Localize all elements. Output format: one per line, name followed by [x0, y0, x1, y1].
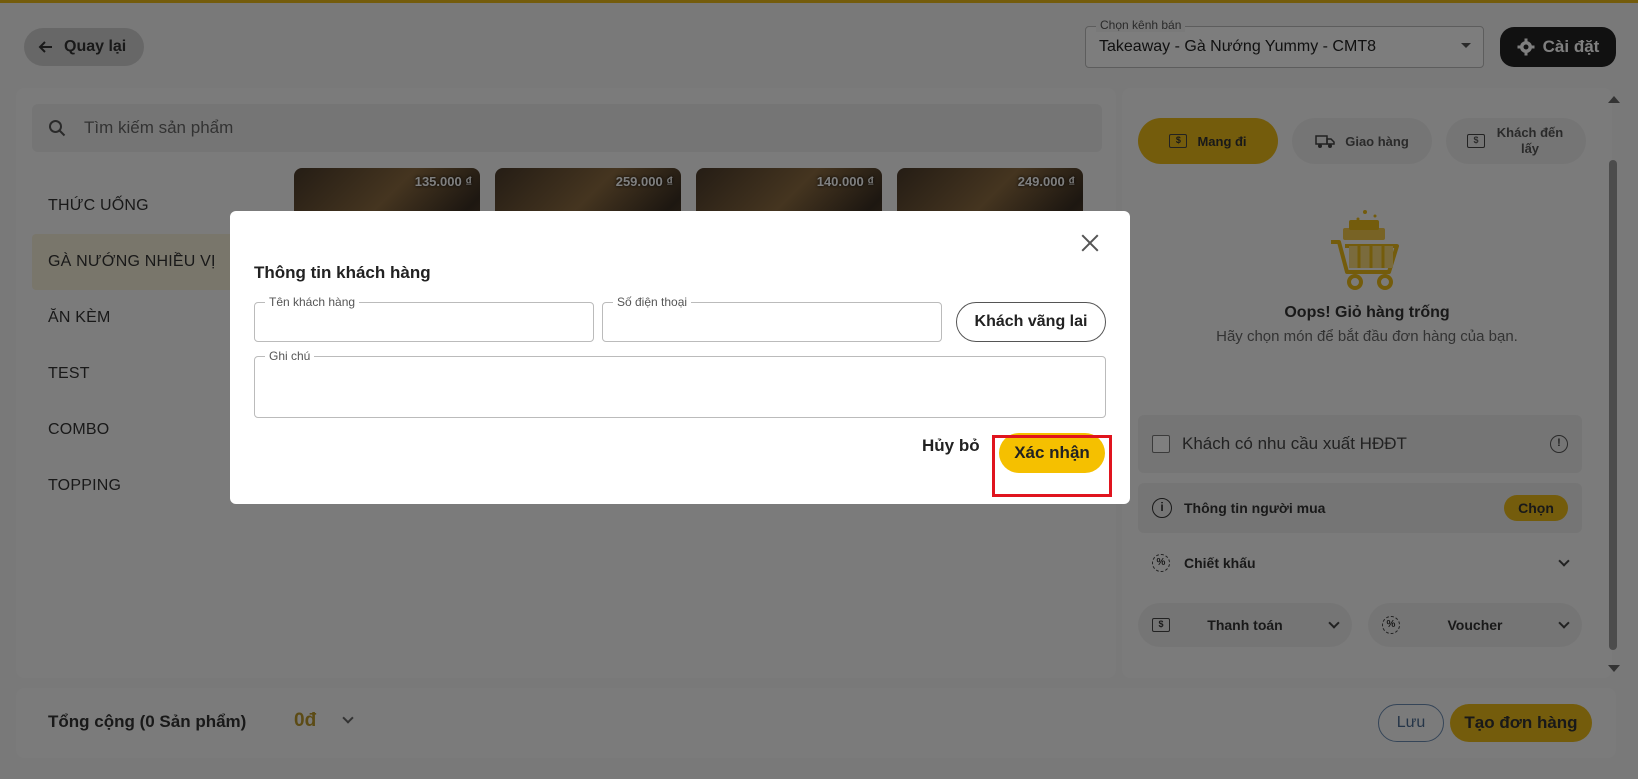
phone-legend: Số điện thoại — [613, 295, 692, 309]
note-field[interactable]: Ghi chú — [254, 349, 1106, 418]
cancel-button[interactable]: Hủy bỏ — [922, 436, 980, 456]
confirm-highlight-box — [992, 435, 1112, 497]
customer-name-legend: Tên khách hàng — [265, 295, 360, 309]
walk-in-customer-button[interactable]: Khách vãng lai — [956, 302, 1106, 342]
phone-field[interactable]: Số điện thoại — [602, 295, 942, 342]
customer-name-field[interactable]: Tên khách hàng — [254, 295, 594, 342]
close-icon[interactable] — [1080, 233, 1100, 253]
note-legend: Ghi chú — [265, 349, 315, 363]
dialog-title: Thông tin khách hàng — [254, 263, 431, 282]
